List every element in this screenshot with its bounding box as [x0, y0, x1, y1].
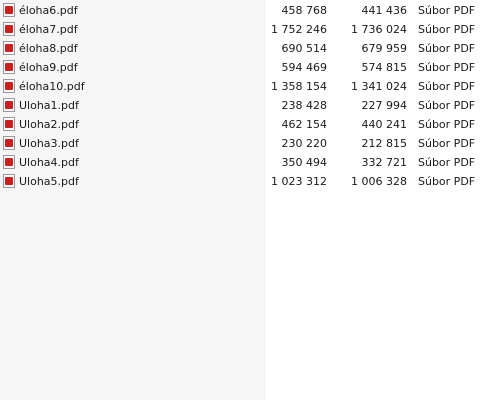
file-type: Súbor PDF [418, 23, 476, 36]
pdf-file-icon [3, 117, 15, 131]
file-name: éloha10.pdf [19, 80, 85, 93]
file-name: éloha8.pdf [19, 42, 78, 55]
file-type: Súbor PDF [418, 99, 476, 112]
pdf-file-icon [3, 174, 15, 188]
file-size: 458 768 [281, 4, 328, 17]
file-packed-size: 1 736 024 [351, 23, 407, 36]
file-type: Súbor PDF [418, 80, 476, 93]
pdf-file-icon [3, 136, 15, 150]
file-row[interactable]: éloha6.pdf 458 768 441 436 Súbor PDF [0, 1, 490, 20]
file-type: Súbor PDF [418, 156, 476, 169]
file-name: éloha7.pdf [19, 23, 78, 36]
pdf-file-icon [3, 60, 15, 74]
file-name: éloha9.pdf [19, 61, 78, 74]
file-packed-size: 441 436 [361, 4, 408, 17]
pdf-file-icon [3, 155, 15, 169]
file-size: 594 469 [281, 61, 328, 74]
file-row[interactable]: éloha7.pdf 1 752 246 1 736 024 Súbor PDF [0, 20, 490, 39]
file-name: Uloha1.pdf [19, 99, 79, 112]
file-name: Uloha4.pdf [19, 156, 79, 169]
file-packed-size: 440 241 [361, 118, 408, 131]
file-type: Súbor PDF [418, 175, 476, 188]
file-row[interactable]: Uloha5.pdf 1 023 312 1 006 328 Súbor PDF [0, 172, 490, 191]
file-packed-size: 1 341 024 [351, 80, 407, 93]
file-packed-size: 679 959 [361, 42, 408, 55]
file-packed-size: 1 006 328 [351, 175, 407, 188]
file-name: Uloha2.pdf [19, 118, 79, 131]
file-row[interactable]: Uloha1.pdf 238 428 227 994 Súbor PDF [0, 96, 490, 115]
file-type: Súbor PDF [418, 61, 476, 74]
file-row[interactable]: éloha10.pdf 1 358 154 1 341 024 Súbor PD… [0, 77, 490, 96]
file-size: 350 494 [281, 156, 328, 169]
file-row[interactable]: éloha9.pdf 594 469 574 815 Súbor PDF [0, 58, 490, 77]
file-type: Súbor PDF [418, 42, 476, 55]
pdf-file-icon [3, 79, 15, 93]
file-row[interactable]: Uloha3.pdf 230 220 212 815 Súbor PDF [0, 134, 490, 153]
file-name: Uloha3.pdf [19, 137, 79, 150]
file-size: 1 358 154 [271, 80, 327, 93]
file-size: 1 752 246 [271, 23, 327, 36]
file-row[interactable]: éloha8.pdf 690 514 679 959 Súbor PDF [0, 39, 490, 58]
file-row[interactable]: Uloha4.pdf 350 494 332 721 Súbor PDF [0, 153, 490, 172]
file-size: 462 154 [281, 118, 328, 131]
file-size: 238 428 [281, 99, 328, 112]
file-packed-size: 574 815 [361, 61, 408, 74]
file-packed-size: 227 994 [361, 99, 408, 112]
file-row[interactable]: Uloha2.pdf 462 154 440 241 Súbor PDF [0, 115, 490, 134]
pdf-file-icon [3, 22, 15, 36]
pdf-file-icon [3, 98, 15, 112]
file-name: éloha6.pdf [19, 4, 78, 17]
file-packed-size: 212 815 [361, 137, 408, 150]
file-list: éloha6.pdf 458 768 441 436 Súbor PDF élo… [0, 1, 490, 191]
file-type: Súbor PDF [418, 118, 476, 131]
file-packed-size: 332 721 [361, 156, 408, 169]
file-type: Súbor PDF [418, 137, 476, 150]
file-size: 230 220 [281, 137, 328, 150]
file-size: 690 514 [281, 42, 328, 55]
file-name: Uloha5.pdf [19, 175, 79, 188]
file-type: Súbor PDF [418, 4, 476, 17]
pdf-file-icon [3, 3, 15, 17]
file-size: 1 023 312 [271, 175, 327, 188]
pdf-file-icon [3, 41, 15, 55]
